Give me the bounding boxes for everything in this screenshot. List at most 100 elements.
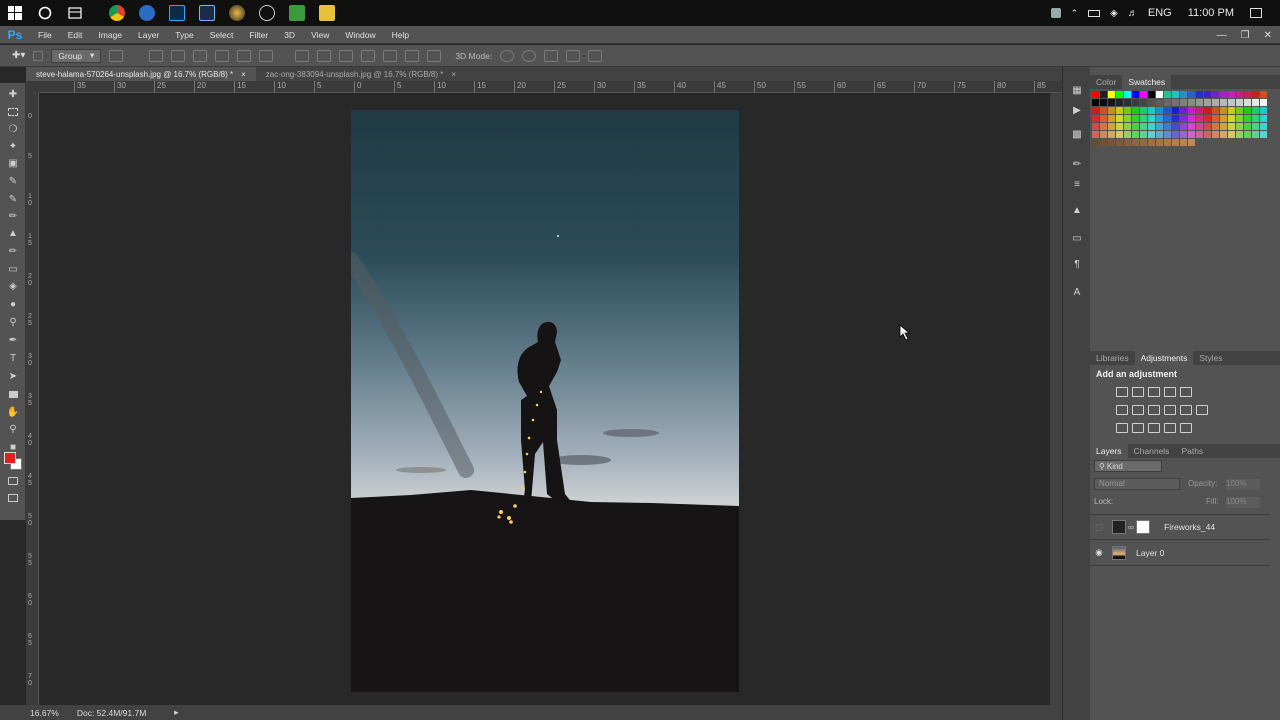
horizontal-ruler[interactable]: 35 30 25 20 15 10 5 0 5 10 15 20 25 30 35 40 45 50 55 60 65 7… (39, 81, 1062, 93)
quick-select-tool-icon[interactable]: ✦ (5, 139, 21, 153)
color-swatch[interactable] (1124, 115, 1131, 122)
history-brush-tool-icon[interactable]: ✏ (5, 244, 21, 258)
move-tool-preset-icon[interactable]: ✚▾ (12, 50, 25, 61)
color-swatch[interactable] (1164, 107, 1171, 114)
color-swatch[interactable] (1212, 107, 1219, 114)
color-swatch[interactable] (1148, 131, 1155, 138)
menu-3d[interactable]: 3D (276, 30, 303, 40)
color-swatch[interactable] (1132, 99, 1139, 106)
color-swatch[interactable] (1188, 131, 1195, 138)
actions-panel-icon[interactable]: ▶ (1070, 103, 1084, 117)
color-swatch[interactable] (1220, 107, 1227, 114)
color-swatch[interactable] (1252, 107, 1259, 114)
color-swatch[interactable] (1236, 107, 1243, 114)
color-swatch[interactable] (1188, 91, 1195, 98)
color-swatch[interactable] (1140, 107, 1147, 114)
rectangle-tool-icon[interactable] (5, 387, 21, 401)
taskbar-explorer[interactable] (312, 0, 342, 26)
color-swatch[interactable] (1212, 131, 1219, 138)
color-swatch[interactable] (1100, 115, 1107, 122)
color-swatch[interactable] (1172, 123, 1179, 130)
color-swatch[interactable] (1236, 131, 1243, 138)
color-swatch[interactable] (1156, 91, 1163, 98)
color-swatch[interactable] (1108, 107, 1115, 114)
color-swatch[interactable] (1100, 131, 1107, 138)
network-icon[interactable]: ◈ (1110, 8, 1118, 19)
eraser-tool-icon[interactable]: ▭ (5, 262, 21, 276)
color-swatch[interactable] (1180, 99, 1187, 106)
color-swatch[interactable] (1116, 131, 1123, 138)
color-swatch[interactable] (1100, 99, 1107, 106)
menu-window[interactable]: Window (337, 30, 383, 40)
volume-icon[interactable]: ♬ (1128, 8, 1138, 19)
restore-icon[interactable]: ❐ (1241, 30, 1250, 41)
threshold-icon[interactable] (1148, 423, 1160, 433)
color-swatch[interactable] (1252, 99, 1259, 106)
color-swatch[interactable] (1180, 131, 1187, 138)
color-swatch[interactable] (1188, 99, 1195, 106)
color-swatch[interactable] (1212, 115, 1219, 122)
doc-tab-zac-ong[interactable]: zac-ong-383094-unsplash.jpg @ 16.7% (RGB… (256, 67, 466, 81)
taskbar-edge[interactable] (132, 0, 162, 26)
color-swatch[interactable] (1188, 115, 1195, 122)
color-swatch[interactable] (1092, 115, 1099, 122)
lasso-tool-icon[interactable]: ❍ (5, 122, 21, 136)
clock-time[interactable]: 11:00 PM (1188, 7, 1234, 19)
distribute-top-icon[interactable] (295, 49, 310, 62)
quick-mask-icon[interactable] (5, 474, 21, 488)
taskbar-photoshop[interactable] (162, 0, 192, 26)
minimize-icon[interactable]: — (1217, 30, 1227, 41)
color-swatch[interactable] (1252, 131, 1259, 138)
foreground-color-swatch[interactable] (4, 452, 16, 464)
status-menu-arrow-icon[interactable]: ▸ (174, 707, 178, 718)
zoom-tool-icon[interactable]: ⚲ (5, 422, 21, 436)
clone-source-icon[interactable]: ▲ (1070, 203, 1084, 217)
color-swatch[interactable] (1228, 131, 1235, 138)
color-swatch[interactable] (1196, 123, 1203, 130)
tab-paths[interactable]: Paths (1175, 444, 1209, 458)
color-swatch[interactable] (1220, 91, 1227, 98)
color-swatch[interactable] (1148, 91, 1155, 98)
color-swatch[interactable] (1148, 123, 1155, 130)
color-swatch[interactable] (1196, 131, 1203, 138)
align-top-icon[interactable] (149, 49, 164, 62)
windows-start-button[interactable] (0, 0, 30, 26)
zoom-level[interactable]: 16.67% (30, 708, 59, 718)
color-swatch[interactable] (1252, 91, 1259, 98)
color-swatch[interactable] (1196, 107, 1203, 114)
menu-image[interactable]: Image (90, 30, 130, 40)
close-icon[interactable]: ✕ (1264, 30, 1272, 41)
menu-filter[interactable]: Filter (241, 30, 276, 40)
color-swatch[interactable] (1164, 99, 1171, 106)
color-swatch[interactable] (1244, 91, 1251, 98)
color-swatch[interactable] (1140, 115, 1147, 122)
color-swatch[interactable] (1180, 123, 1187, 130)
color-swatch[interactable] (1244, 99, 1251, 106)
tab-styles[interactable]: Styles (1193, 351, 1228, 365)
taskbar-chrome[interactable] (102, 0, 132, 26)
chevron-up-icon[interactable]: ⌃ (1071, 8, 1079, 19)
color-swatch[interactable] (1164, 123, 1171, 130)
3d-rotate-icon[interactable] (500, 49, 515, 62)
exposure-icon[interactable] (1164, 387, 1176, 397)
color-swatch[interactable] (1148, 115, 1155, 122)
color-swatch[interactable] (1092, 107, 1099, 114)
color-swatch[interactable] (1212, 123, 1219, 130)
path-selection-tool-icon[interactable]: ➤ (5, 369, 21, 383)
color-swatch[interactable] (1220, 115, 1227, 122)
color-swatch[interactable] (1116, 139, 1123, 146)
color-swatch[interactable] (1196, 99, 1203, 106)
distribute-bottom-icon[interactable] (339, 49, 354, 62)
color-swatch[interactable] (1100, 91, 1107, 98)
color-swatch[interactable] (1188, 107, 1195, 114)
hue-saturation-icon[interactable] (1116, 405, 1128, 415)
color-swatch[interactable] (1156, 99, 1163, 106)
healing-brush-tool-icon[interactable]: ✎ (5, 192, 21, 206)
brush-tool-icon[interactable]: ✏ (5, 209, 21, 223)
eyedropper-tool-icon[interactable]: ✎ (5, 174, 21, 188)
color-swatch[interactable] (1172, 99, 1179, 106)
tab-adjustments[interactable]: Adjustments (1134, 351, 1194, 365)
tab-color[interactable]: Color (1090, 75, 1122, 89)
menu-file[interactable]: File (30, 30, 60, 40)
color-swatch[interactable] (1180, 91, 1187, 98)
